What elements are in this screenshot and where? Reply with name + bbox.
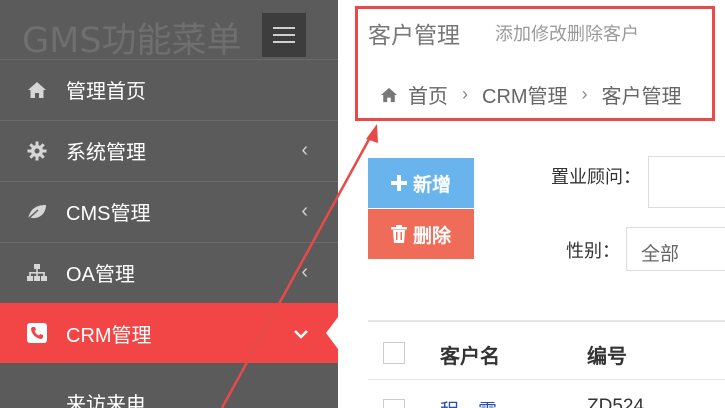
sidebar-item-crm[interactable]: CRM管理 <box>0 303 338 363</box>
sidebar-item-label: 管理首页 <box>66 81 146 103</box>
chevron-left-icon: ‹ <box>301 261 308 283</box>
plus-icon <box>390 175 407 191</box>
gear-icon <box>26 140 48 162</box>
add-button-label: 新增 <box>412 174 451 196</box>
sidebar-item-home[interactable]: 管理首页 <box>0 59 338 119</box>
table-border <box>368 320 725 322</box>
column-header-name[interactable]: 客户名 <box>440 340 500 369</box>
hamburger-icon <box>273 27 295 29</box>
chevron-down-icon <box>294 322 308 345</box>
active-indicator <box>326 317 338 349</box>
delete-button[interactable]: 删除 <box>368 209 474 259</box>
sidebar-item-label: CRM管理 <box>66 324 152 347</box>
select-all-checkbox[interactable] <box>383 342 405 364</box>
sidebar-item-label: 系统管理 <box>66 142 146 164</box>
home-icon <box>26 79 48 101</box>
column-header-code[interactable]: 编号 <box>587 340 627 369</box>
menu-toggle-button[interactable] <box>262 13 306 57</box>
gender-label: 性别： <box>566 241 620 261</box>
brand-header: GMS功能菜单 <box>0 0 338 62</box>
delete-button-label: 删除 <box>412 225 451 247</box>
gender-select-value: 全部 <box>641 244 680 265</box>
consultant-input[interactable] <box>648 156 725 208</box>
brand-title: GMS功能菜单 <box>22 21 242 61</box>
sitemap-icon <box>26 262 48 284</box>
sidebar-item-oa[interactable]: OA管理 ‹ <box>0 242 338 302</box>
consultant-label: 置业顾问： <box>551 167 641 187</box>
trash-icon <box>390 225 407 243</box>
chevron-left-icon: ‹ <box>301 139 308 161</box>
sidebar-item-cms[interactable]: CMS管理 ‹ <box>0 181 338 241</box>
sidebar-subitem-visits[interactable]: 来访来电 <box>66 388 146 408</box>
row-customer-code: ZD524 <box>587 396 645 408</box>
table-divider <box>368 379 725 380</box>
sidebar: GMS功能菜单 管理首页 系统管理 ‹ CMS管理 ‹ OA管理 ‹ CRM管理… <box>0 0 338 408</box>
annotation-highlight-box <box>355 6 715 121</box>
phone-icon <box>26 322 48 344</box>
add-button[interactable]: 新增 <box>368 158 474 208</box>
sidebar-item-label: CMS管理 <box>66 203 151 225</box>
sidebar-item-system[interactable]: 系统管理 ‹ <box>0 120 338 180</box>
leaf-icon <box>26 201 48 223</box>
chevron-left-icon: ‹ <box>301 200 308 222</box>
row-customer-name-link[interactable]: 程 露 <box>440 396 497 408</box>
sidebar-item-label: OA管理 <box>66 264 135 286</box>
row-checkbox[interactable] <box>383 399 405 408</box>
